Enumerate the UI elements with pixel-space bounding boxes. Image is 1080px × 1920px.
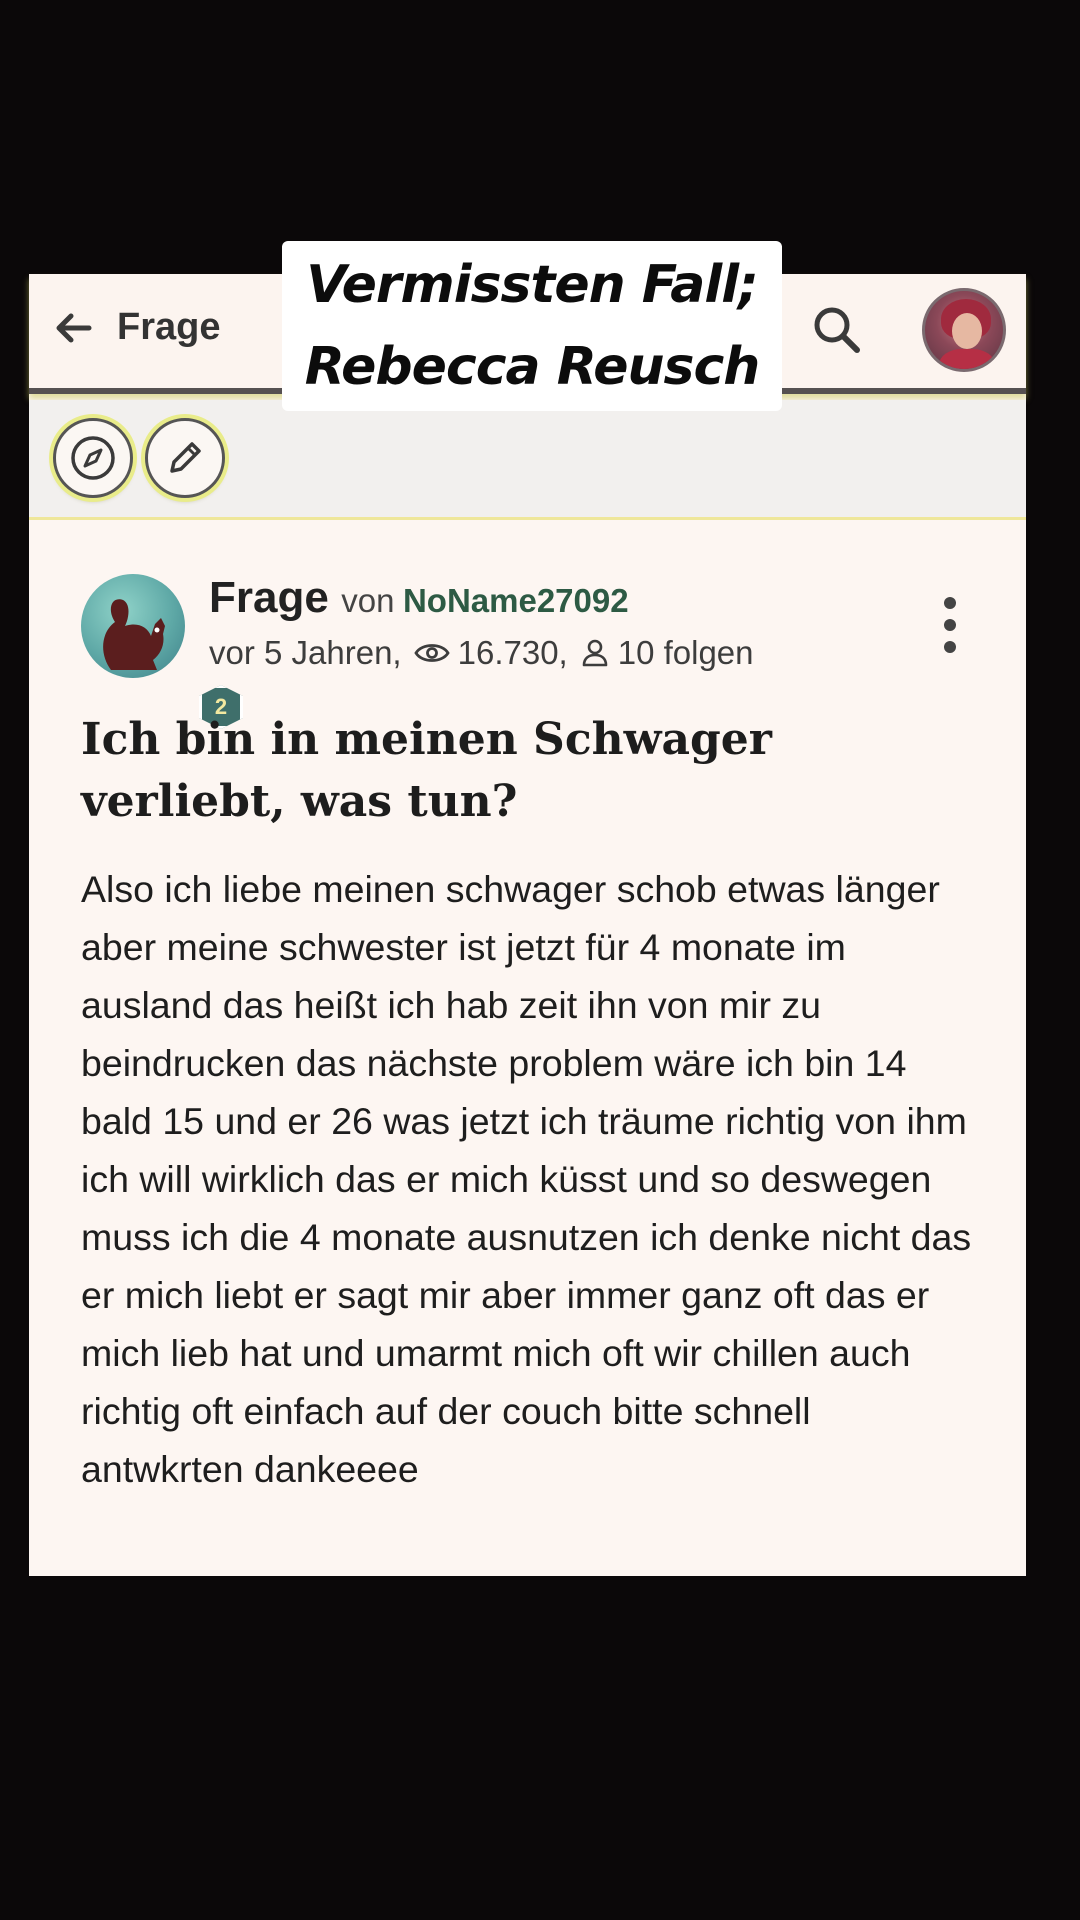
by-label: von [341, 582, 395, 619]
follower-count[interactable]: 10 folgen [618, 634, 754, 672]
question-post: 2 Frage von NoName27092 vor 5 Jahren, 16… [29, 523, 1026, 1576]
app-screen: Frage 2 Frage von NoName27092 vor 5 Jahr… [29, 274, 1026, 1576]
caption-line-2: Rebecca Reusch [304, 337, 761, 397]
more-options-icon[interactable] [939, 595, 961, 655]
author-avatar[interactable]: 2 [81, 574, 243, 729]
explore-button[interactable] [53, 418, 133, 498]
back-arrow-icon[interactable] [51, 306, 95, 350]
post-age: vor 5 Jahren, [209, 634, 402, 671]
page-title: Frage [117, 306, 221, 348]
question-body: Also ich liebe meinen schwager schob etw… [81, 868, 972, 1490]
author-link[interactable]: NoName27092 [403, 582, 629, 619]
pencil-icon [170, 442, 201, 473]
squirrel-icon [103, 599, 165, 670]
post-meta: Frage von NoName27092 [209, 573, 629, 623]
person-icon [582, 639, 608, 667]
view-count: 16.730, [457, 634, 568, 671]
eye-icon [413, 644, 450, 662]
profile-avatar[interactable] [922, 288, 1006, 372]
search-icon[interactable] [811, 304, 863, 356]
post-type-label: Frage [209, 573, 329, 622]
compass-icon [71, 436, 115, 480]
action-toolbar [29, 400, 1026, 520]
overlay-caption: Vermissten Fall; Rebecca Reusch [282, 241, 782, 411]
post-stats: vor 5 Jahren, 16.730, 10 folgen [209, 634, 754, 672]
question-title: Ich bin in meinen Schwager verliebt, was… [81, 714, 772, 827]
write-button[interactable] [145, 418, 225, 498]
caption-line-1: Vermissten Fall; [306, 255, 759, 315]
